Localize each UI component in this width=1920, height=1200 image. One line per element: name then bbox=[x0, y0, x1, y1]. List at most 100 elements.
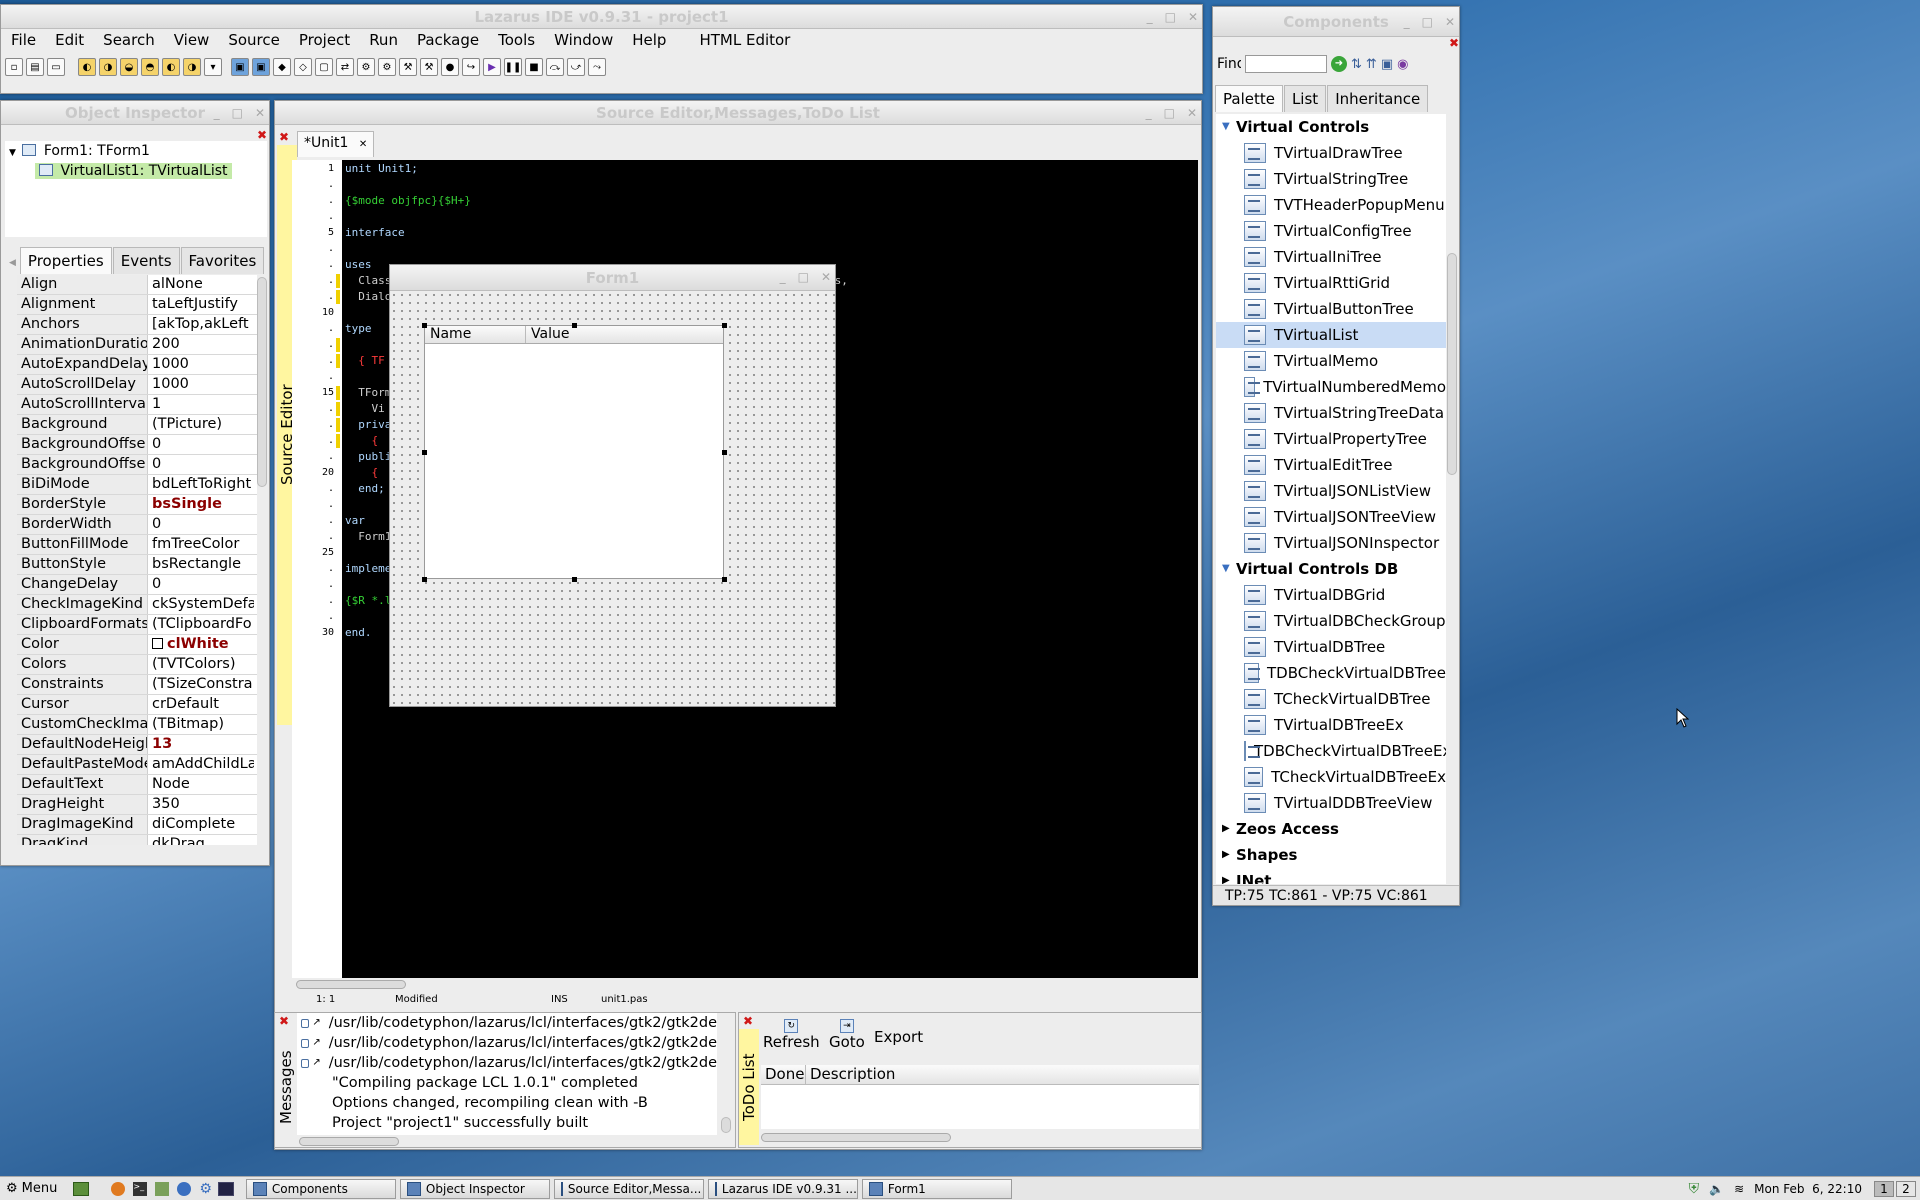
add-page-icon[interactable]: ▣ bbox=[1381, 57, 1393, 72]
tab-inheritance[interactable]: Inheritance bbox=[1327, 85, 1429, 112]
workspace-2[interactable]: 2 bbox=[1896, 1180, 1916, 1197]
palette-group[interactable]: ▶ INet bbox=[1216, 868, 1446, 884]
property-row[interactable]: BorderWidth 0 bbox=[17, 515, 257, 535]
property-row[interactable]: Constraints(TSizeConstra▶ bbox=[17, 675, 257, 695]
close-icon[interactable]: ✕ bbox=[1188, 5, 1198, 29]
palette-group[interactable]: ▼ Virtual Controls bbox=[1216, 114, 1446, 140]
message-row[interactable]: ↗/usr/lib/codetyphon/lazarus/lcl/interfa… bbox=[297, 1013, 717, 1033]
todo-export-button[interactable]: Export bbox=[874, 1028, 923, 1046]
close-icon[interactable]: ✕ bbox=[255, 101, 265, 125]
dock-close-icon[interactable]: ✖ bbox=[279, 131, 289, 143]
column-value[interactable]: Value bbox=[526, 326, 569, 343]
close-icon[interactable]: ✕ bbox=[821, 265, 831, 289]
inspector-titlebar[interactable]: Object Inspector _ □ ✕ bbox=[1, 101, 269, 125]
project-inspector-icon[interactable]: ⚙ bbox=[357, 58, 375, 76]
run-icon[interactable]: ▶ bbox=[483, 58, 501, 76]
message-row[interactable]: ↗/usr/lib/codetyphon/lazarus/lcl/interfa… bbox=[297, 1033, 717, 1053]
new-form-icon[interactable]: ▤ bbox=[26, 58, 44, 76]
property-value[interactable]: 0 bbox=[148, 435, 254, 454]
close-tab-icon[interactable]: ✕ bbox=[359, 139, 367, 150]
palette-scrollbar[interactable] bbox=[1447, 253, 1457, 475]
property-value[interactable]: 1000 bbox=[148, 355, 254, 374]
property-value[interactable]: (TBitmap) bbox=[148, 715, 254, 734]
property-row[interactable]: AutoScrollInterva 1 bbox=[17, 395, 257, 415]
resize-handle[interactable] bbox=[572, 577, 577, 582]
palette-item[interactable]: TCheckVirtualDBTreeEx bbox=[1216, 764, 1446, 790]
maximize-icon[interactable]: □ bbox=[1422, 7, 1433, 37]
palette-item[interactable]: TVirtualJSONTreeView bbox=[1216, 504, 1446, 530]
palette-item[interactable]: TVirtualJSONInspector bbox=[1216, 530, 1446, 556]
view-toggle-icon[interactable]: ⇄ bbox=[336, 58, 354, 76]
column-description[interactable]: Description bbox=[806, 1065, 895, 1084]
todo-hscrollbar[interactable] bbox=[761, 1133, 951, 1142]
property-value[interactable]: bsSingle bbox=[148, 495, 254, 514]
message-row[interactable]: Project "project1" successfully built bbox=[297, 1113, 717, 1133]
property-row[interactable]: DragKind dkDrag bbox=[17, 835, 257, 845]
property-value[interactable]: crDefault bbox=[148, 695, 254, 714]
property-value[interactable]: (TVTColors) bbox=[148, 655, 254, 674]
open-icon[interactable]: ◐ bbox=[78, 58, 96, 76]
palette-item[interactable]: TDBCheckVirtualDBTree bbox=[1216, 660, 1446, 686]
property-row[interactable]: ClipboardFormats (TClipboardFo bbox=[17, 615, 257, 635]
minimize-icon[interactable]: _ bbox=[1147, 5, 1153, 29]
menu-project[interactable]: Project bbox=[289, 29, 359, 51]
close-icon[interactable]: ✕ bbox=[1445, 7, 1455, 37]
palette-group[interactable]: ▶ Zeos Access bbox=[1216, 816, 1446, 842]
view-units-icon[interactable]: ◆ bbox=[273, 58, 291, 76]
main-titlebar[interactable]: Lazarus IDE v0.9.31 - project1 _ □ ✕ bbox=[1, 5, 1202, 29]
property-row[interactable]: AutoExpandDelay 1000 bbox=[17, 355, 257, 375]
todo-goto-button[interactable]: ⇥ Goto bbox=[829, 1019, 865, 1051]
palette-item[interactable]: TVirtualDBCheckGroup bbox=[1216, 608, 1446, 634]
volume-icon[interactable]: 🔈 bbox=[1709, 1182, 1724, 1196]
property-row[interactable]: CustomCheckIma (TBitmap) bbox=[17, 715, 257, 735]
task-form1[interactable]: Form1 bbox=[861, 1178, 1012, 1199]
property-value[interactable]: diComplete bbox=[148, 815, 254, 834]
minimize-icon[interactable]: _ bbox=[780, 265, 786, 289]
message-row[interactable]: ↗/usr/lib/codetyphon/lazarus/lcl/interfa… bbox=[297, 1053, 717, 1073]
palette-item[interactable]: TVirtualIniTree bbox=[1216, 244, 1446, 270]
task-source-editor[interactable]: Source Editor,Messa... bbox=[553, 1178, 704, 1199]
palette-group[interactable]: ▼ Virtual Controls DB bbox=[1216, 556, 1446, 582]
column-name[interactable]: Name bbox=[425, 326, 526, 343]
tree-node-virtuallist1[interactable]: VirtualList1: TVirtualList bbox=[35, 163, 232, 179]
tab-palette[interactable]: Palette bbox=[1215, 85, 1283, 112]
palette-item[interactable]: TVirtualDDBTreeView bbox=[1216, 790, 1446, 816]
package-dropdown-icon[interactable]: ▾ bbox=[204, 58, 222, 76]
editor-hscrollbar[interactable] bbox=[296, 980, 406, 989]
pause-icon[interactable]: ❚❚ bbox=[504, 58, 522, 76]
property-row[interactable]: Background (TPicture) bbox=[17, 415, 257, 435]
dock-close-icon[interactable]: ✖ bbox=[257, 129, 267, 141]
property-row[interactable]: ButtonFillMode fmTreeColor bbox=[17, 535, 257, 555]
tabs-scroll-right-icon[interactable]: ▶ bbox=[265, 258, 269, 274]
property-value[interactable]: 0 bbox=[148, 455, 254, 474]
sort-icon[interactable]: ⇅ bbox=[1351, 57, 1362, 72]
property-row[interactable]: AnimationDuratio 200 bbox=[17, 335, 257, 355]
resize-handle[interactable] bbox=[422, 323, 427, 328]
form1-titlebar[interactable]: Form1 _ □ ✕ bbox=[390, 265, 835, 291]
stop-icon[interactable]: ■ bbox=[525, 58, 543, 76]
task-lazarus-ide[interactable]: Lazarus IDE v0.9.31 ... bbox=[707, 1178, 858, 1199]
tab-list[interactable]: List bbox=[1283, 85, 1327, 112]
resize-handle[interactable] bbox=[722, 577, 727, 582]
property-row[interactable]: ChangeDelay 0 bbox=[17, 575, 257, 595]
property-value[interactable]: clWhite bbox=[148, 635, 254, 654]
collapse-icon[interactable]: ⇈ bbox=[1366, 57, 1377, 72]
maximize-icon[interactable]: □ bbox=[232, 101, 243, 125]
save-all-icon[interactable]: ▣ bbox=[252, 58, 270, 76]
palette-group[interactable]: ▶ Shapes bbox=[1216, 842, 1446, 868]
property-row[interactable]: Colors(TVTColors)▶ bbox=[17, 655, 257, 675]
column-done[interactable]: Done bbox=[761, 1065, 806, 1084]
task-components[interactable]: Components bbox=[245, 1178, 396, 1199]
tree-expander-icon[interactable]: ▼ bbox=[9, 148, 16, 158]
tab-events[interactable]: Events bbox=[112, 247, 180, 274]
find-input[interactable] bbox=[1245, 55, 1327, 73]
clock[interactable]: Mon Feb 6, 22:10 bbox=[1754, 1182, 1862, 1196]
source-editor-titlebar[interactable]: Source Editor,Messages,ToDo List _ □ ✕ bbox=[275, 101, 1201, 125]
tab-properties[interactable]: Properties bbox=[19, 247, 112, 274]
expand-arrow-icon[interactable]: ▶ bbox=[1222, 816, 1230, 842]
property-value[interactable]: fmTreeColor bbox=[148, 535, 254, 554]
resize-handle[interactable] bbox=[422, 450, 427, 455]
palette-item[interactable]: TVirtualEditTree bbox=[1216, 452, 1446, 478]
menu-help[interactable]: Help bbox=[622, 29, 675, 51]
property-value[interactable]: alNone bbox=[148, 275, 254, 294]
